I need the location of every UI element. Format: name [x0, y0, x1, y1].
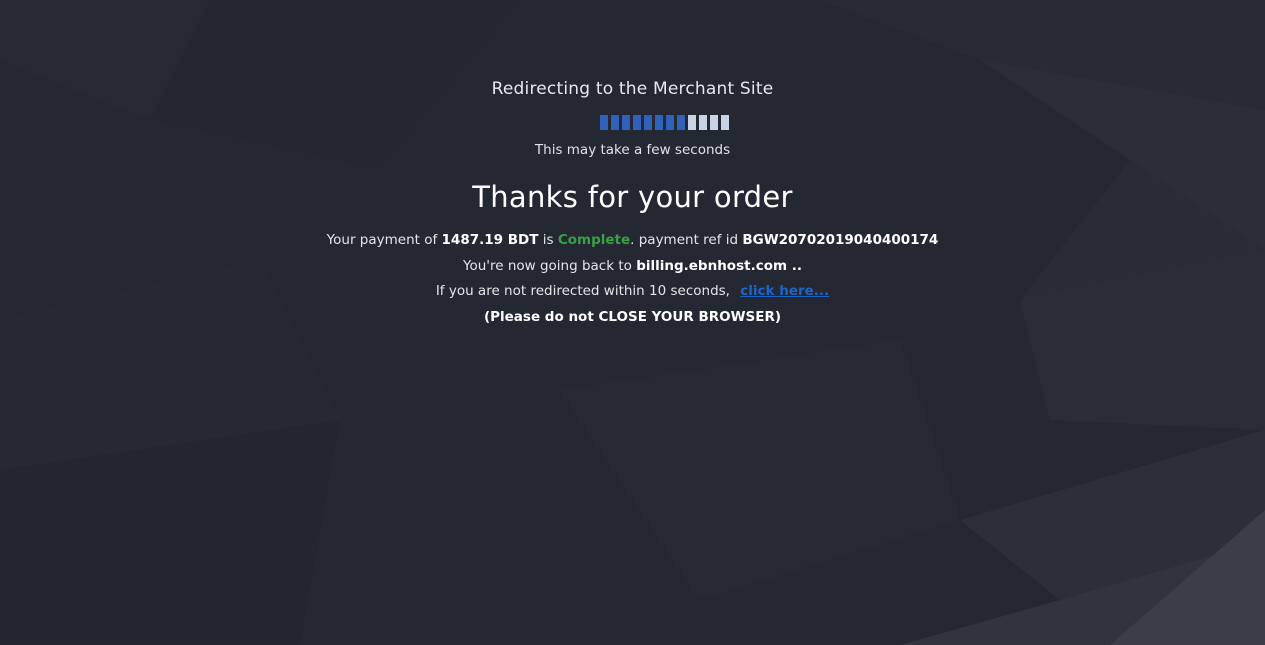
- payment-ref-id: BGW20702019040400174: [742, 232, 939, 248]
- payment-amount: 1487.19 BDT: [441, 232, 539, 248]
- redirect-title: Redirecting to the Merchant Site: [491, 79, 774, 99]
- payment-summary-line: Your payment of 1487.19 BDT is Complete.…: [0, 231, 1265, 249]
- not-redirected-line: If you are not redirected within 10 seco…: [0, 282, 1265, 300]
- going-back-line: You're now going back to billing.ebnhost…: [0, 257, 1265, 275]
- progress-segment-filled: [666, 115, 674, 130]
- progress-segment-empty: [721, 115, 729, 130]
- ref-text: . payment ref id: [630, 232, 739, 248]
- progress-segment-filled: [677, 115, 685, 130]
- is-text: is: [542, 232, 554, 248]
- payment-status-complete: Complete: [557, 232, 631, 248]
- progress-segment-filled: [622, 115, 630, 130]
- wait-note: This may take a few seconds: [534, 142, 731, 158]
- merchant-site: billing.ebnhost.com ..: [636, 258, 802, 274]
- progress-segment-filled: [644, 115, 652, 130]
- progress-segment-empty: [699, 115, 707, 130]
- going-back-prefix: You're now going back to: [462, 258, 632, 274]
- progress-segment-empty: [688, 115, 696, 130]
- progress-segment-filled: [611, 115, 619, 130]
- payment-prefix: Your payment of: [326, 232, 438, 248]
- progress-segment-filled: [655, 115, 663, 130]
- not-redirected-text: If you are not redirected within 10 seco…: [435, 283, 730, 299]
- do-not-close-warning: (Please do not CLOSE YOUR BROWSER): [483, 309, 782, 325]
- redirect-progress-bar: [600, 115, 729, 130]
- progress-segment-filled: [633, 115, 641, 130]
- progress-segment-filled: [600, 115, 608, 130]
- click-here-link[interactable]: click here...: [740, 283, 829, 299]
- thanks-heading: Thanks for your order: [472, 180, 793, 214]
- progress-segment-empty: [710, 115, 718, 130]
